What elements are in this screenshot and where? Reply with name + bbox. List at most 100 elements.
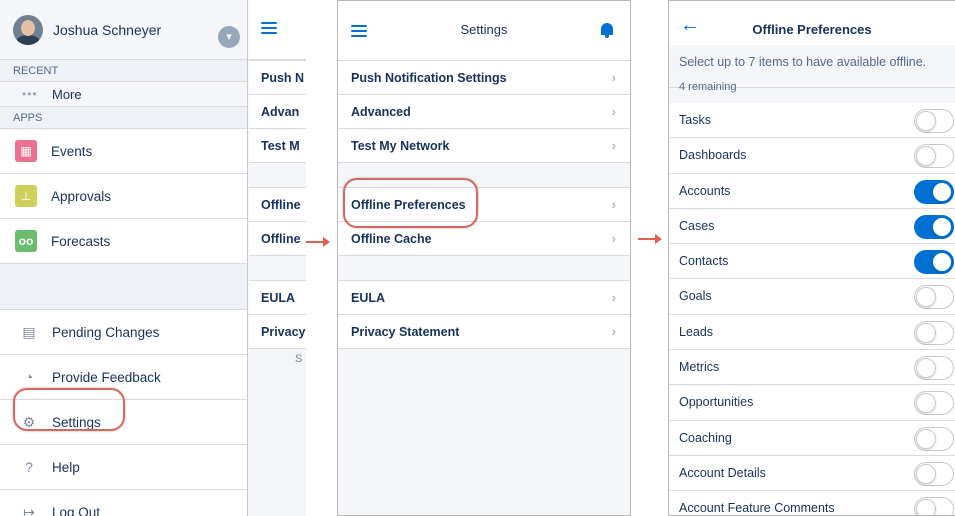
- pending-changes-item[interactable]: ▤ Pending Changes: [0, 310, 247, 355]
- toggle-knob: [916, 393, 936, 414]
- behind-row: Test M: [249, 129, 306, 163]
- app-label: Forecasts: [51, 233, 111, 249]
- provide-feedback-item[interactable]: ◔ Provide Feedback: [0, 355, 247, 400]
- chevron-right-icon: ›: [611, 104, 616, 119]
- offline-item-toggle[interactable]: [914, 144, 954, 169]
- calendar-icon: ▦: [15, 140, 37, 162]
- offline-item-toggle[interactable]: [914, 391, 954, 416]
- arrow-right-icon: [638, 234, 662, 244]
- chevron-down-icon[interactable]: ▾: [218, 26, 240, 48]
- offline-item-toggle[interactable]: [914, 109, 954, 133]
- offline-item-row: Opportunities: [669, 385, 955, 421]
- offline-item-toggle[interactable]: [914, 426, 954, 451]
- help-item[interactable]: ? Help: [0, 445, 247, 490]
- behind-row: Offline: [249, 188, 306, 222]
- toggle-knob: [916, 146, 936, 167]
- gear-icon: ⚙: [22, 413, 36, 430]
- util-label: Pending Changes: [52, 324, 160, 340]
- behind-header: [249, 0, 306, 60]
- section-gap: [338, 256, 630, 281]
- offline-preferences-row[interactable]: Offline Preferences ›: [338, 188, 630, 222]
- settings-header: Settings: [338, 1, 630, 61]
- behind-row: Offline: [249, 222, 306, 256]
- binoculars-icon: oo: [15, 230, 37, 252]
- util-label: Provide Feedback: [52, 369, 161, 385]
- offline-item-toggle[interactable]: [914, 320, 954, 345]
- profile-header[interactable]: Joshua Schneyer ▾: [0, 0, 247, 60]
- row-label: EULA: [351, 290, 386, 305]
- row-label: Offline Cache: [351, 231, 432, 246]
- offline-item-row: Coaching: [669, 421, 955, 456]
- app-item-forecasts[interactable]: oo Forecasts: [0, 219, 247, 264]
- chevron-right-icon: ›: [611, 70, 616, 85]
- more-item[interactable]: ••• More: [0, 82, 247, 107]
- offline-item-row: Metrics: [669, 350, 955, 386]
- page-title: Offline Preferences: [752, 22, 872, 37]
- privacy-statement-row[interactable]: Privacy Statement ›: [338, 315, 630, 349]
- settings-screen-behind: Push N Advan Test M Offline Offline EULA…: [249, 0, 306, 516]
- offline-item-label: Accounts: [679, 183, 731, 198]
- offline-cache-row[interactable]: Offline Cache ›: [338, 222, 630, 256]
- offline-preferences-screen: ← Offline Preferences Select up to 7 ite…: [668, 0, 955, 516]
- app-label: Approvals: [51, 188, 112, 204]
- chevron-right-icon: ›: [611, 138, 616, 153]
- avatar: [13, 14, 43, 45]
- push-notification-settings-row[interactable]: Push Notification Settings ›: [338, 61, 630, 95]
- offline-item-toggle[interactable]: [914, 356, 954, 381]
- row-label: Push Notification Settings: [351, 70, 507, 85]
- toggle-knob: [916, 322, 936, 343]
- behind-row: Push N: [249, 61, 306, 95]
- user-name: Joshua Schneyer: [53, 21, 162, 38]
- offline-item-toggle[interactable]: [914, 285, 954, 310]
- eula-row[interactable]: EULA ›: [338, 281, 630, 315]
- offline-item-row: Leads: [669, 315, 955, 351]
- bell-icon[interactable]: [600, 22, 614, 38]
- test-my-network-row[interactable]: Test My Network ›: [338, 129, 630, 163]
- advanced-row[interactable]: Advanced ›: [338, 95, 630, 129]
- offline-item-label: Account Details: [679, 465, 766, 480]
- offline-item-row: Goals: [669, 279, 955, 315]
- offline-item-row: Accounts: [669, 174, 955, 209]
- offline-item-label: Goals: [679, 289, 712, 304]
- approval-icon: ⊥: [15, 185, 37, 207]
- offline-item-row: Contacts: [669, 244, 955, 280]
- toggle-knob: [916, 463, 936, 484]
- util-label: Settings: [52, 414, 101, 430]
- toggle-knob: [932, 216, 952, 237]
- apps-section-label: APPS: [0, 107, 247, 129]
- offline-item-label: Cases: [679, 218, 715, 233]
- offline-item-label: Opportunities: [679, 395, 754, 410]
- offline-item-row: Account Details: [669, 456, 955, 492]
- toggle-knob: [916, 287, 936, 308]
- offline-item-row: Dashboards: [669, 138, 955, 174]
- settings-item[interactable]: ⚙ Settings: [0, 400, 247, 445]
- feedback-icon: ◔: [24, 369, 34, 385]
- remaining-count: 4 remaining: [679, 81, 737, 93]
- offline-item-toggle[interactable]: [914, 461, 954, 486]
- offline-info: Select up to 7 items to have available o…: [669, 45, 955, 93]
- logout-icon: ↦: [23, 503, 35, 516]
- row-label: Offline Preferences: [351, 197, 466, 212]
- offline-item-toggle[interactable]: [914, 497, 954, 515]
- toggle-knob: [932, 252, 952, 273]
- app-item-events[interactable]: ▦ Events: [0, 129, 247, 174]
- util-label: Help: [52, 459, 80, 475]
- section-gap: [338, 163, 630, 188]
- toggle-knob: [916, 428, 936, 449]
- offline-item-toggle[interactable]: [914, 214, 954, 239]
- instruction-text: Select up to 7 items to have available o…: [679, 55, 927, 69]
- chevron-right-icon: ›: [611, 290, 616, 305]
- behind-footer: S: [295, 353, 303, 365]
- hamburger-menu-icon[interactable]: [261, 22, 277, 34]
- toggle-knob: [916, 111, 936, 131]
- chevron-right-icon: ›: [611, 324, 616, 339]
- app-item-approvals[interactable]: ⊥ Approvals: [0, 174, 247, 219]
- toggle-knob: [916, 499, 936, 515]
- behind-row: EULA: [249, 281, 306, 315]
- offline-item-toggle[interactable]: [914, 179, 954, 204]
- log-out-item[interactable]: ↦ Log Out: [0, 490, 247, 516]
- navigation-menu: Joshua Schneyer ▾ RECENT ••• More APPS ▦…: [0, 0, 248, 516]
- pending-changes-icon: ▤: [22, 323, 36, 340]
- more-icon: •••: [22, 87, 38, 101]
- offline-item-toggle[interactable]: [914, 250, 954, 275]
